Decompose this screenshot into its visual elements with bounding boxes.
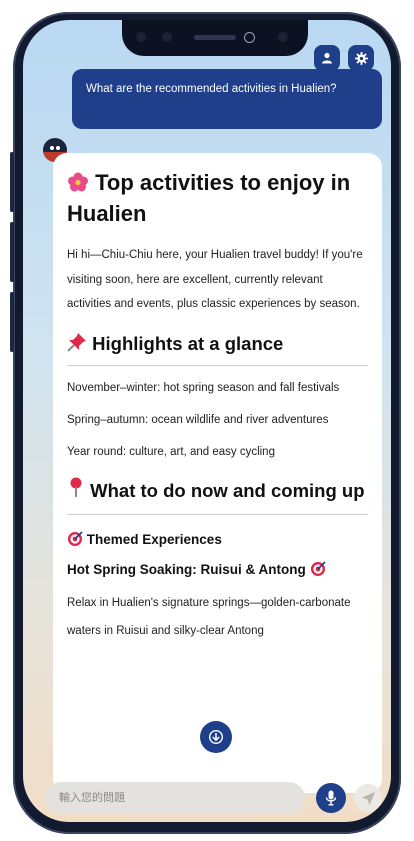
highlight-item: Year round: culture, art, and easy cycli… [67,445,275,458]
now-heading: What to do now and coming up [67,476,368,506]
arrow-down-icon [209,730,223,744]
chat-input[interactable] [45,782,305,814]
avatar-eye [56,146,60,150]
target-icon [67,530,83,547]
phone-side-button [10,292,14,352]
spring-heading: Hot Spring Soaking: Ruisui & Antong [67,560,368,577]
hibiscus-icon [67,167,89,198]
send-icon [361,791,375,805]
target-icon [310,560,326,577]
highlight-item: Spring–autumn: ocean wildlife and river … [67,413,329,426]
bot-response-card: Top activities to enjoy in Hualien Hi hi… [53,153,382,793]
phone-side-button [10,222,14,282]
user-message-text: What are the recommended activities in H… [86,83,337,95]
highlight-item: November–winter: hot spring season and f… [67,381,340,394]
pushpin-icon [67,331,87,357]
speaker-grille [194,35,236,40]
spring-paragraph: Relax in Hualien's signature springs—gol… [67,596,351,637]
highlights-heading-text: Highlights at a glance [92,332,284,354]
avatar-eye [50,146,54,150]
camera-icon [136,32,146,42]
camera-icon [162,32,172,42]
settings-button[interactable] [348,45,374,71]
phone-side-button [10,152,14,212]
highlights-heading: Highlights at a glance [67,331,368,357]
response-title: Top activities to enjoy in Hualien [67,167,368,229]
sensor-icon [244,32,255,43]
send-button[interactable] [354,784,382,812]
voice-input-button[interactable] [316,783,346,813]
gear-icon [354,51,368,65]
phone-notch [122,20,308,56]
user-message-bubble: What are the recommended activities in H… [72,69,382,129]
response-title-text: Top activities to enjoy in Hualien [67,170,351,226]
camera-icon [278,32,288,42]
spring-heading-text: Hot Spring Soaking: Ruisui & Antong [67,561,306,577]
now-heading-text: What to do now and coming up [90,479,365,501]
section-divider [67,513,368,515]
themed-heading-text: Themed Experiences [86,531,222,547]
round-pushpin-icon [67,476,85,506]
section-divider [67,364,368,366]
microphone-icon [325,790,337,806]
themed-heading: Themed Experiences [67,530,368,547]
scroll-down-button[interactable] [200,721,232,753]
phone-screen: What are the recommended activities in H… [23,20,391,822]
profile-button[interactable] [314,45,340,71]
user-icon [322,52,332,64]
intro-paragraph: Hi hi—Chiu-Chiu here, your Hualien trave… [67,249,363,310]
